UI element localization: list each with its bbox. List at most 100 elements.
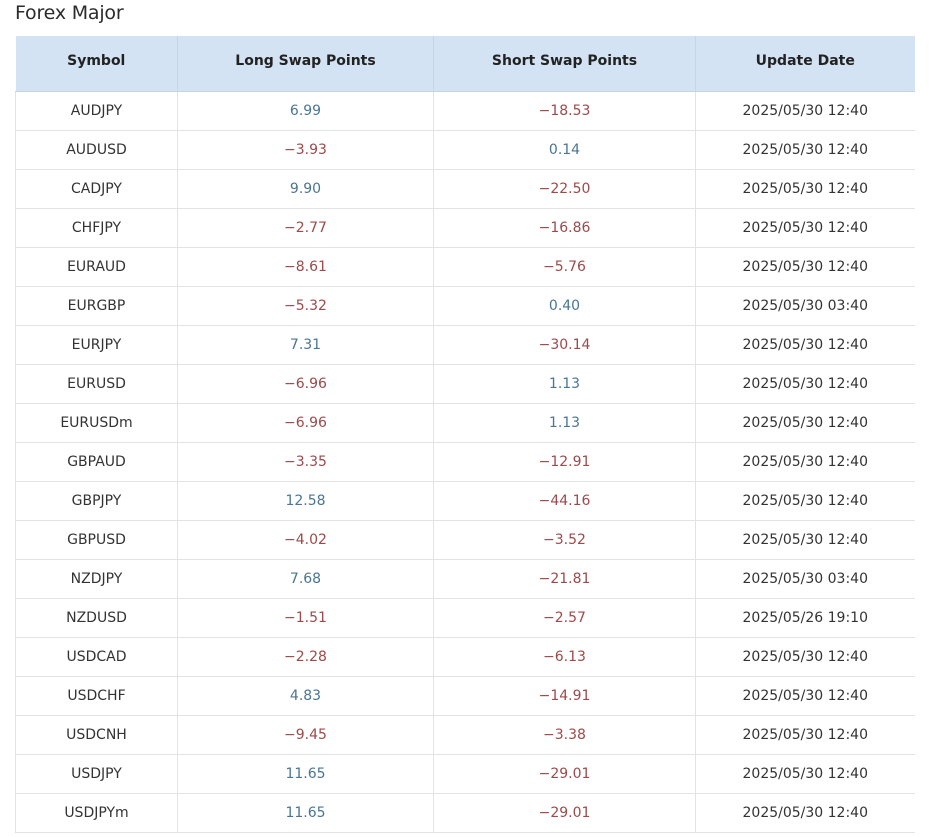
cell-update-date: 2025/05/30 12:40 (695, 442, 915, 482)
cell-long-swap: 4.83 (177, 676, 434, 716)
cell-long-swap: −4.02 (177, 520, 434, 560)
cell-symbol: USDCAD (15, 637, 178, 677)
cell-symbol: AUDUSD (15, 130, 178, 170)
table-header: Symbol Long Swap Points Short Swap Point… (15, 36, 915, 92)
cell-update-date: 2025/05/30 12:40 (695, 208, 915, 248)
cell-update-date: 2025/05/30 12:40 (695, 637, 915, 677)
table-row: USDCNH −9.45 −3.38 2025/05/30 12:40 (15, 715, 915, 755)
cell-long-swap: −6.96 (177, 364, 434, 404)
table-row: USDCAD −2.28 −6.13 2025/05/30 12:40 (15, 637, 915, 677)
cell-short-swap: −14.91 (433, 676, 696, 716)
cell-symbol: AUDJPY (15, 91, 178, 131)
cell-long-swap: −5.32 (177, 286, 434, 326)
cell-long-swap: −3.93 (177, 130, 434, 170)
cell-long-swap: −2.77 (177, 208, 434, 248)
table-row: USDJPY 11.65 −29.01 2025/05/30 12:40 (15, 754, 915, 794)
cell-symbol: GBPUSD (15, 520, 178, 560)
cell-symbol: USDJPYm (15, 793, 178, 833)
cell-symbol: GBPJPY (15, 481, 178, 521)
cell-symbol: EURAUD (15, 247, 178, 287)
table-row: USDCHF 4.83 −14.91 2025/05/30 12:40 (15, 676, 915, 716)
cell-update-date: 2025/05/30 12:40 (695, 520, 915, 560)
cell-long-swap: 6.99 (177, 91, 434, 131)
cell-update-date: 2025/05/30 12:40 (695, 793, 915, 833)
table-row: CADJPY 9.90 −22.50 2025/05/30 12:40 (15, 169, 915, 209)
cell-update-date: 2025/05/30 12:40 (695, 169, 915, 209)
cell-symbol: EURJPY (15, 325, 178, 365)
header-row: Symbol Long Swap Points Short Swap Point… (15, 36, 915, 92)
cell-update-date: 2025/05/30 12:40 (695, 364, 915, 404)
cell-update-date: 2025/05/30 12:40 (695, 325, 915, 365)
cell-short-swap: 0.14 (433, 130, 696, 170)
table-row: GBPJPY 12.58 −44.16 2025/05/30 12:40 (15, 481, 915, 521)
cell-short-swap: −21.81 (433, 559, 696, 599)
table-row: EURUSDm −6.96 1.13 2025/05/30 12:40 (15, 403, 915, 443)
cell-long-swap: −6.96 (177, 403, 434, 443)
cell-symbol: CADJPY (15, 169, 178, 209)
table-row: AUDJPY 6.99 −18.53 2025/05/30 12:40 (15, 91, 915, 131)
header-short-swap-points: Short Swap Points (433, 36, 696, 92)
cell-short-swap: −22.50 (433, 169, 696, 209)
cell-short-swap: −3.52 (433, 520, 696, 560)
cell-short-swap: −16.86 (433, 208, 696, 248)
swap-points-table: Symbol Long Swap Points Short Swap Point… (15, 36, 915, 833)
cell-update-date: 2025/05/30 03:40 (695, 559, 915, 599)
cell-update-date: 2025/05/30 03:40 (695, 286, 915, 326)
cell-short-swap: −6.13 (433, 637, 696, 677)
table-row: USDJPYm 11.65 −29.01 2025/05/30 12:40 (15, 793, 915, 833)
cell-long-swap: −9.45 (177, 715, 434, 755)
header-long-swap-points: Long Swap Points (177, 36, 434, 92)
cell-symbol: NZDJPY (15, 559, 178, 599)
cell-short-swap: −30.14 (433, 325, 696, 365)
cell-update-date: 2025/05/30 12:40 (695, 247, 915, 287)
cell-long-swap: 12.58 (177, 481, 434, 521)
cell-symbol: USDCHF (15, 676, 178, 716)
cell-update-date: 2025/05/30 12:40 (695, 754, 915, 794)
cell-symbol: USDCNH (15, 715, 178, 755)
cell-long-swap: −3.35 (177, 442, 434, 482)
table-body: AUDJPY 6.99 −18.53 2025/05/30 12:40 AUDUSD −3… (15, 91, 915, 833)
cell-symbol: EURGBP (15, 286, 178, 326)
table-row: EURJPY 7.31 −30.14 2025/05/30 12:40 (15, 325, 915, 365)
cell-long-swap: 7.31 (177, 325, 434, 365)
cell-long-swap: −1.51 (177, 598, 434, 638)
cell-short-swap: −12.91 (433, 442, 696, 482)
cell-short-swap: −3.38 (433, 715, 696, 755)
cell-symbol: USDJPY (15, 754, 178, 794)
cell-symbol: EURUSD (15, 364, 178, 404)
cell-short-swap: −5.76 (433, 247, 696, 287)
table-row: EURGBP −5.32 0.40 2025/05/30 03:40 (15, 286, 915, 326)
table-row: NZDUSD −1.51 −2.57 2025/05/26 19:10 (15, 598, 915, 638)
table-row: CHFJPY −2.77 −16.86 2025/05/30 12:40 (15, 208, 915, 248)
table-row: EURUSD −6.96 1.13 2025/05/30 12:40 (15, 364, 915, 404)
cell-symbol: GBPAUD (15, 442, 178, 482)
cell-symbol: CHFJPY (15, 208, 178, 248)
section-title: Forex Major (15, 2, 124, 24)
cell-symbol: NZDUSD (15, 598, 178, 638)
cell-short-swap: −29.01 (433, 754, 696, 794)
cell-update-date: 2025/05/30 12:40 (695, 91, 915, 131)
cell-short-swap: 1.13 (433, 364, 696, 404)
cell-short-swap: −2.57 (433, 598, 696, 638)
cell-long-swap: 9.90 (177, 169, 434, 209)
cell-short-swap: 1.13 (433, 403, 696, 443)
table-row: AUDUSD −3.93 0.14 2025/05/30 12:40 (15, 130, 915, 170)
cell-long-swap: 7.68 (177, 559, 434, 599)
cell-update-date: 2025/05/30 12:40 (695, 676, 915, 716)
cell-update-date: 2025/05/30 12:40 (695, 130, 915, 170)
cell-short-swap: −18.53 (433, 91, 696, 131)
header-update-date: Update Date (695, 36, 915, 92)
cell-long-swap: 11.65 (177, 793, 434, 833)
cell-update-date: 2025/05/30 12:40 (695, 481, 915, 521)
cell-update-date: 2025/05/26 19:10 (695, 598, 915, 638)
cell-symbol: EURUSDm (15, 403, 178, 443)
cell-short-swap: −29.01 (433, 793, 696, 833)
cell-long-swap: −2.28 (177, 637, 434, 677)
table-row: GBPAUD −3.35 −12.91 2025/05/30 12:40 (15, 442, 915, 482)
cell-long-swap: 11.65 (177, 754, 434, 794)
cell-long-swap: −8.61 (177, 247, 434, 287)
header-symbol: Symbol (15, 36, 178, 92)
cell-update-date: 2025/05/30 12:40 (695, 715, 915, 755)
cell-update-date: 2025/05/30 12:40 (695, 403, 915, 443)
cell-short-swap: 0.40 (433, 286, 696, 326)
